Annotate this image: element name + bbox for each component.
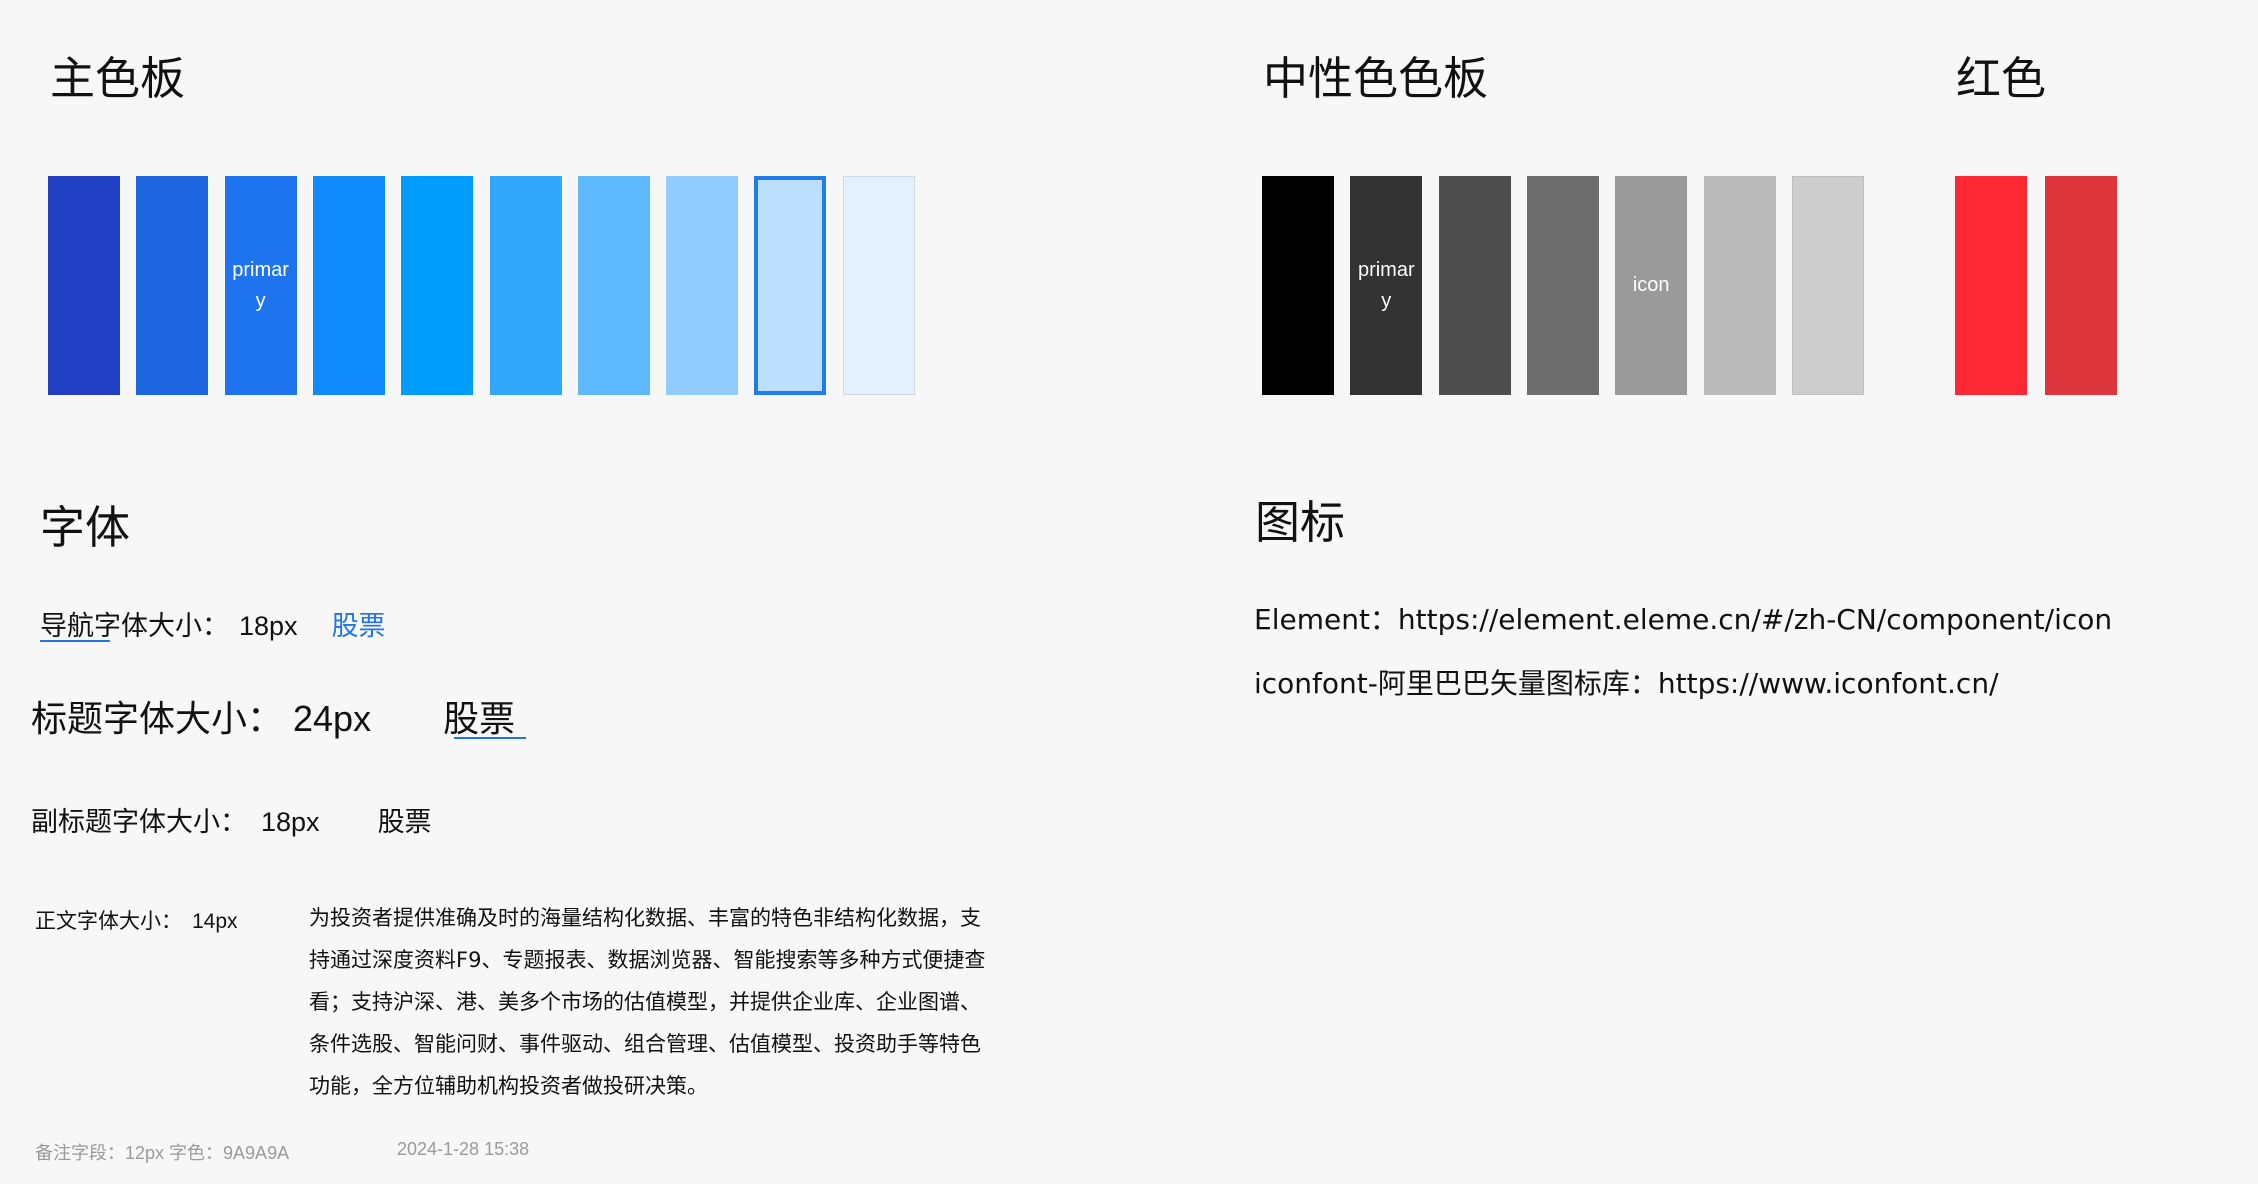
nav-active-underline [40, 640, 110, 642]
primary-swatch-9 [754, 176, 827, 395]
element-icon-link[interactable]: Element：https://element.eleme.cn/#/zh-CN… [1254, 598, 2112, 638]
neutral-swatch-2: primary [1350, 176, 1423, 395]
primary-swatch-3: primary [224, 176, 297, 395]
red-palette-title: 红色 [1956, 52, 2047, 105]
primary-palette-title: 主色板 [50, 52, 186, 105]
nav-font-sample: 股票 [331, 611, 386, 642]
neutral-swatch-3 [1438, 176, 1511, 395]
heading-active-underline [454, 737, 526, 739]
nav-font-label: 导航字体大小： [40, 611, 229, 642]
heading-font-row: 标题字体大小： 24px 股票 [31, 690, 515, 742]
primary-swatch-8 [666, 176, 739, 395]
nav-font-row: 导航字体大小： 18px 股票 [40, 604, 386, 643]
swatch-label: primary [232, 258, 289, 312]
body-font-row: 正文字体大小： 14px [35, 905, 238, 935]
neutral-swatch-1 [1262, 176, 1334, 395]
font-section-title: 字体 [40, 501, 131, 554]
neutral-swatch-5: icon [1615, 176, 1688, 395]
red-swatch-1 [1955, 176, 2027, 395]
primary-swatch-2 [136, 176, 209, 395]
subheading-font-row: 副标题字体大小： 18px 股票 [31, 800, 432, 839]
neutral-swatch-7 [1791, 176, 1864, 395]
swatch-label: primary [1357, 258, 1415, 312]
subheading-font-size: 18px [261, 807, 320, 837]
note-timestamp: 2024-1-28 15:38 [397, 1139, 530, 1159]
neutral-swatch-6 [1703, 176, 1776, 395]
subheading-font-label: 副标题字体大小： [31, 807, 247, 838]
neutral-palette-title: 中性色色板 [1263, 52, 1489, 105]
nav-font-size: 18px [239, 611, 298, 641]
icon-section-title: 图标 [1255, 496, 1346, 549]
primary-swatch-6 [489, 176, 562, 395]
red-swatch-2 [2045, 176, 2117, 395]
iconfont-link[interactable]: iconfont-阿里巴巴矢量图标库：https://www.iconfont.… [1254, 662, 1999, 702]
primary-swatch-5 [401, 176, 474, 395]
body-font-label: 正文字体大小： [35, 909, 182, 933]
subheading-font-sample: 股票 [377, 807, 432, 838]
primary-swatch-4 [312, 176, 385, 395]
heading-font-label: 标题字体大小： [31, 699, 284, 740]
primary-swatch-10 [842, 176, 915, 395]
note-spec: 备注字段：12px 字色：9A9A9A [35, 1143, 290, 1163]
body-font-size: 14px [192, 910, 238, 933]
neutral-swatch-4 [1526, 176, 1599, 395]
body-sample-paragraph: 为投资者提供准确及时的海量结构化数据、丰富的特色非结构化数据，支持通过深度资料F… [309, 906, 986, 1098]
heading-font-size: 24px [293, 698, 372, 739]
primary-swatch-1 [48, 176, 120, 395]
primary-swatch-7 [577, 176, 650, 395]
heading-font-sample: 股票 [443, 699, 516, 740]
swatch-label: icon [1632, 274, 1670, 296]
